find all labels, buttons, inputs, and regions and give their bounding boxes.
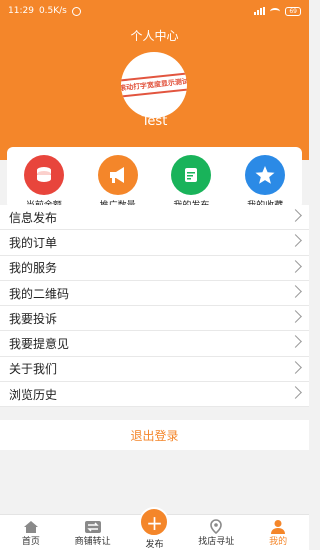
tab-shop-transfer[interactable]: 商铺转让: [64, 515, 122, 550]
chevron-right-icon: [289, 335, 302, 349]
tab-find-store[interactable]: 找店寻址: [187, 515, 245, 550]
menu-item-label: 我要投诉: [9, 311, 58, 326]
tab-label: 商铺转让: [74, 537, 111, 547]
megaphone-icon: [97, 155, 138, 195]
alarm-icon: [71, 6, 81, 16]
chevron-right-icon: [289, 209, 302, 222]
avatar[interactable]: 滚动打字宽度显示测试: [121, 52, 187, 118]
menu-item-my-orders[interactable]: 我的订单: [0, 230, 309, 256]
star-icon: [245, 155, 286, 195]
menu-item-label: 我要提意见: [9, 337, 70, 352]
menu-item-label: 我的二维码: [9, 286, 70, 301]
tab-label: 发布: [145, 540, 164, 550]
menu-item-info-publish[interactable]: 信息发布: [0, 205, 309, 231]
chevron-right-icon: [289, 386, 302, 399]
menu-item-label: 关于我们: [9, 362, 58, 377]
menu-item-my-qrcode[interactable]: 我的二维码: [0, 281, 309, 307]
person-icon: [249, 519, 307, 534]
tab-label: 我的: [269, 537, 288, 547]
status-bar: 11:29 0.5K/s 69: [0, 0, 309, 22]
location-icon: [187, 519, 245, 534]
menu-item-label: 我的服务: [9, 261, 58, 276]
menu-item-complaint[interactable]: 我要投诉: [0, 306, 309, 332]
menu-item-label: 我的订单: [9, 235, 58, 250]
logout-button[interactable]: 退出登录: [0, 420, 309, 450]
tab-mine[interactable]: 我的: [249, 515, 307, 550]
profile-header: 11:29 0.5K/s 69 个人中心 滚动打字宽度显示测试 Test: [0, 0, 309, 160]
battery-icon: 69: [285, 6, 301, 16]
tab-label: 首页: [21, 537, 40, 547]
chevron-right-icon: [289, 234, 302, 248]
menu-item-label: 信息发布: [9, 210, 58, 225]
stat-promotion[interactable]: 推广数量: [87, 155, 149, 211]
edit-document-icon: [171, 155, 212, 195]
bottom-tab-bar: 首页 商铺转让 + 发布 找店寻址 我的: [0, 507, 309, 550]
stat-balance[interactable]: 当前余额: [13, 155, 75, 211]
menu-list: 信息发布 我的订单 我的服务 我的二维码 我要投诉 我要提意见 关于我们 浏览历…: [0, 205, 309, 408]
home-icon: [2, 519, 60, 534]
plus-icon: +: [139, 507, 170, 537]
stat-my-posts[interactable]: 我的发布: [160, 155, 222, 211]
signal-icon: [254, 7, 266, 15]
menu-item-about-us[interactable]: 关于我们: [0, 357, 309, 383]
username: Test: [141, 114, 168, 129]
stats-card: 当前余额 推广数量 我的发布 我的收藏: [7, 147, 302, 211]
menu-item-feedback[interactable]: 我要提意见: [0, 331, 309, 357]
chevron-right-icon: [289, 360, 302, 374]
chevron-right-icon: [289, 259, 302, 273]
chevron-right-icon: [289, 310, 302, 324]
menu-item-label: 浏览历史: [9, 387, 58, 402]
status-speed: 0.5K/s: [38, 6, 67, 16]
stat-favorites[interactable]: 我的收藏: [234, 155, 296, 211]
tab-publish[interactable]: + 发布: [125, 507, 183, 550]
chevron-right-icon: [289, 285, 302, 298]
tab-home[interactable]: 首页: [2, 515, 60, 550]
wifi-icon: [270, 7, 281, 15]
transfer-icon: [64, 519, 122, 534]
menu-item-browse-history[interactable]: 浏览历史: [0, 382, 309, 408]
avatar-stamp: 滚动打字宽度显示测试: [121, 71, 187, 99]
page-title: 个人中心: [130, 29, 179, 43]
menu-item-my-services[interactable]: 我的服务: [0, 256, 309, 281]
coins-icon: [23, 155, 64, 195]
status-time: 11:29: [8, 6, 34, 16]
tab-label: 找店寻址: [198, 537, 235, 547]
